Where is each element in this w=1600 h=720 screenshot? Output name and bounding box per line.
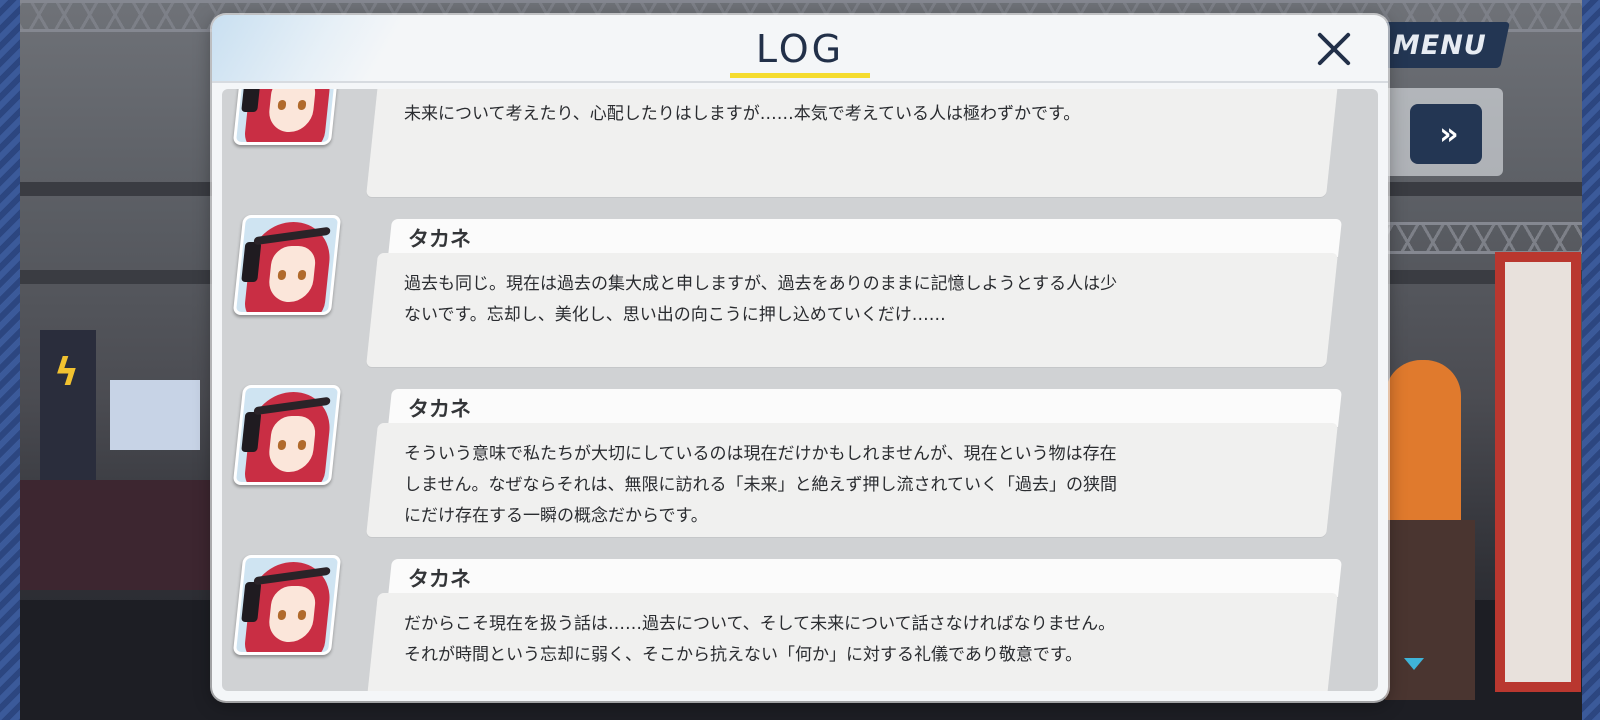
close-icon[interactable]	[1310, 25, 1358, 73]
speaker-avatar	[232, 89, 342, 145]
shelf	[1385, 520, 1475, 700]
log-panel: LOG 未来について考えたり、心配したりはしますが……本気で考えている人は極わず…	[212, 15, 1388, 701]
log-list: 未来について考えたり、心配したりはしますが……本気で考えている人は極わずかです。…	[222, 89, 1378, 691]
lightning-banner: ϟ	[40, 330, 96, 490]
log-title: LOG	[755, 27, 845, 71]
fast-forward-icon: »	[1439, 116, 1459, 152]
log-entry: 未来について考えたり、心配したりはしますが……本気で考えている人は極わずかです。	[222, 89, 1378, 211]
speaker-name-tag	[388, 219, 1342, 257]
side-truss	[1360, 222, 1582, 254]
menu-button[interactable]: MENU	[1370, 22, 1510, 68]
log-entry: タカネ そういう意味で私たちが大切にしているのは現在だけかもしれませんが、現在と…	[222, 381, 1378, 551]
speaker-name-tag	[388, 389, 1342, 427]
speaker-avatar	[232, 385, 342, 485]
fast-forward-button[interactable]: »	[1410, 104, 1482, 164]
speaker-avatar	[232, 555, 342, 655]
log-scroll-area[interactable]: 未来について考えたり、心配したりはしますが……本気で考えている人は極わずかです。…	[222, 89, 1378, 691]
message-text: 未来について考えたり、心配したりはしますが……本気で考えている人は極わずかです。	[404, 104, 1081, 124]
speaker-name-tag	[388, 559, 1342, 597]
speaker-name: タカネ	[408, 227, 471, 251]
message-text: そういう意味で私たちが大切にしているのは現在だけかもしれませんが、現在という物は…	[404, 444, 1117, 526]
speaker-name: タカネ	[408, 567, 471, 591]
speaker-name: タカネ	[408, 397, 471, 421]
scroll-down-arrow-icon	[1404, 658, 1424, 670]
booth-sign	[110, 380, 200, 450]
booth-table	[20, 480, 210, 590]
menu-label: MENU	[1393, 29, 1487, 61]
left-border-stripe	[0, 0, 20, 720]
log-entry: タカネ 過去も同じ。現在は過去の集大成と申しますが、過去をありのままに記憶しよう…	[222, 211, 1378, 381]
right-border-stripe	[1582, 0, 1600, 720]
red-banner-inner	[1505, 262, 1571, 682]
message-text: だからこそ現在を扱う話は……過去について、そして未来について話さなければなりませ…	[404, 614, 1116, 665]
speaker-avatar	[232, 215, 342, 315]
message-text: 過去も同じ。現在は過去の集大成と申しますが、過去をありのままに記憶しようとする人…	[404, 274, 1118, 325]
title-underline	[730, 73, 870, 78]
log-entry: タカネ だからこそ現在を扱う話は……過去について、そして未来について話さなければ…	[222, 551, 1378, 691]
